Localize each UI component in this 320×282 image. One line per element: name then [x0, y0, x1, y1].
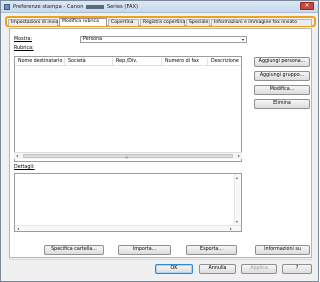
column-header-societa[interactable]: Società [68, 59, 86, 64]
tab-informazioni-immagine-fax[interactable]: Informazioni e immagine fax inviato [211, 19, 312, 26]
redacted-model-name [86, 4, 105, 9]
mostra-select[interactable]: Persona ▾ [80, 36, 247, 43]
tab-impostazioni-invio[interactable]: Impostazioni di invio [8, 19, 58, 26]
mostra-select-value: Persona [83, 37, 103, 42]
tab-registra-copertina[interactable]: Registra copertina [140, 19, 185, 26]
rubrica-label: Rubrica: [14, 46, 34, 51]
add-person-button[interactable]: Aggiungi persona... [254, 57, 310, 67]
column-header-numero-fax[interactable]: Numero di fax [165, 59, 199, 64]
list-horizontal-scrollbar[interactable]: ◂ ||| ▸ [14, 152, 242, 159]
specify-folder-button[interactable]: Specifica cartella... [44, 245, 104, 255]
delete-button[interactable]: Elimina [254, 99, 310, 109]
cancel-button[interactable]: Annulla [199, 264, 236, 274]
dialog-window: Preferenze stampa - Canon Series (FAX) ✕… [0, 0, 319, 282]
scroll-left-icon[interactable]: ◂ [17, 226, 19, 231]
scroll-right-icon[interactable]: ▸ [230, 226, 232, 231]
edit-button[interactable]: Modifica... [254, 85, 310, 95]
scroll-up-icon[interactable]: ▴ [236, 175, 238, 180]
column-divider [64, 58, 65, 65]
close-button[interactable]: ✕ [300, 2, 314, 10]
help-button[interactable]: ? [282, 264, 312, 274]
import-button[interactable]: Importa... [118, 245, 171, 255]
column-divider [112, 58, 113, 65]
scroll-left-icon[interactable]: ◂ [16, 153, 18, 158]
window-title-prefix: Preferenze stampa - Canon [13, 4, 84, 10]
info-button[interactable]: Informazioni su [255, 245, 310, 255]
scrollbar-thumb[interactable]: ||| [23, 154, 233, 159]
details-textbox[interactable]: ▴ ▾ ◂ ▸ [14, 173, 242, 232]
window-title-suffix: Series (FAX) [106, 4, 139, 10]
details-vertical-scrollbar[interactable]: ▴ ▾ [234, 174, 241, 231]
tab-copertina[interactable]: Copertina [108, 19, 139, 26]
address-book-list[interactable]: Nome destinatario Società Rep./Div. Nume… [14, 56, 242, 162]
tab-speciale[interactable]: Speciale [186, 19, 210, 26]
tab-modifica-rubrica[interactable]: Modifica rubrica [59, 18, 107, 26]
export-button[interactable]: Esporta... [186, 245, 237, 255]
grip-icon: ||| [125, 155, 129, 159]
footer-divider [9, 259, 312, 260]
ok-button[interactable]: OK [155, 264, 193, 274]
tab-strip: Impostazioni di invio Modifica rubrica C… [5, 16, 316, 27]
scroll-right-icon[interactable]: ▸ [238, 153, 240, 158]
column-header-nome[interactable]: Nome destinatario [18, 59, 62, 64]
details-horizontal-scrollbar[interactable]: ◂ ▸ [15, 225, 241, 231]
list-header: Nome destinatario Società Rep./Div. Nume… [15, 57, 241, 66]
scroll-down-icon[interactable]: ▾ [236, 219, 238, 224]
printer-app-icon [4, 4, 10, 10]
mostra-label: Mostra: [14, 37, 32, 42]
column-divider [207, 58, 208, 65]
add-group-button[interactable]: Aggiungi gruppo... [254, 71, 310, 81]
apply-button[interactable]: Applica [241, 264, 277, 274]
column-header-descrizione[interactable]: Descrizione [211, 59, 239, 64]
column-divider [161, 58, 162, 65]
chevron-down-icon: ▾ [241, 37, 244, 42]
dettagli-label: Dettagli: [14, 165, 35, 170]
column-header-reparto[interactable]: Rep./Div. [116, 59, 137, 64]
window-title: Preferenze stampa - Canon Series (FAX) [13, 4, 138, 10]
title-bar: Preferenze stampa - Canon Series (FAX) ✕ [1, 1, 318, 13]
